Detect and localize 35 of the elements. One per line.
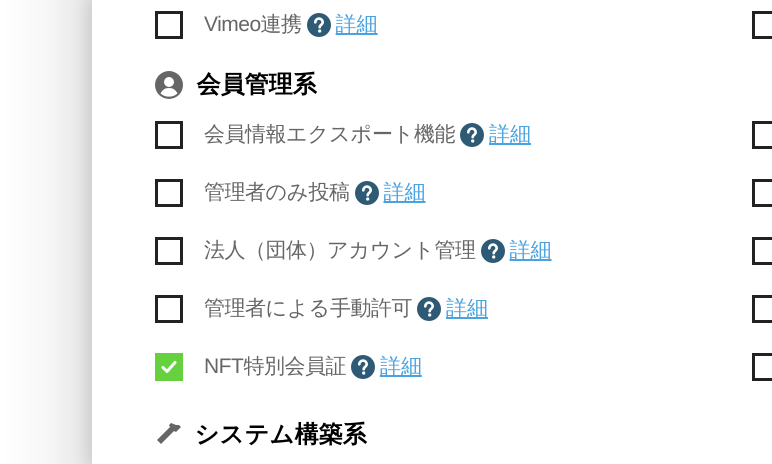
option-label: 管理者のみ投稿 (204, 180, 350, 206)
help-icon[interactable] (350, 355, 375, 379)
checkbox[interactable] (155, 237, 183, 265)
checkbox[interactable] (752, 121, 772, 149)
option-label: NFT特別会員証 (204, 354, 346, 380)
user-icon (155, 71, 183, 99)
details-link[interactable]: 詳細 (380, 351, 422, 383)
section-heading: システム構築系 (195, 420, 367, 450)
checkbox[interactable] (155, 11, 183, 39)
details-link[interactable]: 詳細 (489, 119, 531, 151)
details-link[interactable]: 詳細 (384, 177, 426, 209)
option-label: 管理者による手動許可 (204, 296, 412, 322)
details-link[interactable]: 詳細 (510, 235, 552, 267)
checkbox[interactable] (752, 237, 772, 265)
option-label: 会員情報エクスポート機能 (204, 122, 455, 148)
help-icon[interactable] (480, 239, 504, 263)
help-icon[interactable] (417, 297, 441, 321)
help-icon[interactable] (306, 13, 331, 37)
checkbox[interactable] (155, 179, 183, 207)
details-link[interactable]: 詳細 (446, 293, 488, 325)
hammer-icon (155, 423, 181, 447)
checkbox[interactable] (155, 121, 183, 149)
check-icon (160, 358, 178, 376)
checkbox[interactable] (752, 353, 772, 381)
checkbox[interactable] (752, 295, 772, 323)
help-icon[interactable] (460, 123, 484, 147)
checkbox[interactable] (155, 295, 183, 323)
details-link[interactable]: 詳細 (336, 9, 378, 41)
option-label: Vimeo連携 (204, 12, 302, 38)
help-icon[interactable] (354, 181, 378, 205)
checkbox[interactable] (752, 11, 772, 39)
checkbox[interactable] (752, 179, 772, 207)
checkbox[interactable] (155, 353, 183, 381)
section-heading: 会員管理系 (197, 70, 317, 100)
option-label: 法人（団体）アカウント管理 (204, 238, 476, 264)
